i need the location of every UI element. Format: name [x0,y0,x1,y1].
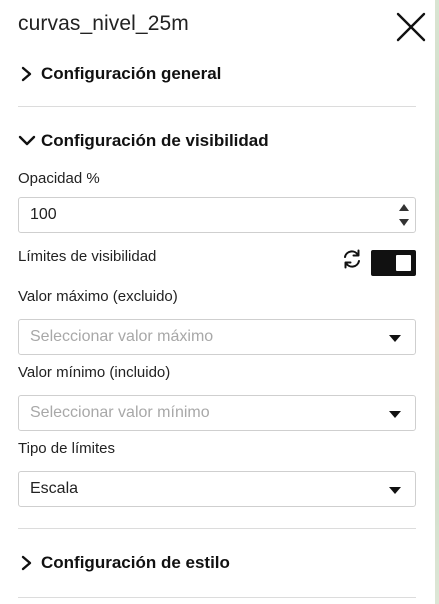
section-general-label: Configuración general [41,64,222,83]
opacity-field [18,197,416,233]
caret-up-icon [399,204,409,211]
section-style-header[interactable]: Configuración de estilo [18,551,230,575]
layer-settings-panel: curvas_nivel_25m Configuración general C… [0,0,435,604]
dropdown-caret-icon [389,411,401,418]
chevron-right-icon [21,555,32,571]
opacity-stepper [397,201,411,229]
min-value-label: Valor mínimo (incluido) [18,364,171,381]
chevron-right-icon [21,66,32,82]
map-background-edge [435,0,439,604]
min-value-select[interactable]: Seleccionar valor mínimo [18,395,416,431]
section-visibility-header[interactable]: Configuración de visibilidad [18,129,269,153]
opacity-label: Opacidad % [18,170,100,187]
max-value-label: Valor máximo (excluido) [18,288,178,305]
refresh-icon [344,249,360,269]
opacity-input[interactable] [19,198,389,232]
section-general-header[interactable]: Configuración general [18,62,221,86]
limit-type-label: Tipo de límites [18,440,115,457]
dropdown-caret-icon [389,487,401,494]
refresh-button[interactable] [341,248,363,270]
toggle-knob [396,255,411,271]
max-value-select[interactable]: Seleccionar valor máximo [18,319,416,355]
section-visibility-label: Configuración de visibilidad [41,131,269,150]
section-style-label: Configuración de estilo [41,553,230,572]
limit-type-value: Escala [30,480,79,497]
decrement-button[interactable] [397,216,411,229]
close-icon [396,12,426,42]
divider [18,106,416,107]
close-button[interactable] [394,10,428,44]
panel-title: curvas_nivel_25m [18,12,189,35]
limit-type-select[interactable]: Escala [18,471,416,507]
max-value-placeholder: Seleccionar valor máximo [30,328,214,345]
increment-button[interactable] [397,201,411,214]
min-value-placeholder: Seleccionar valor mínimo [30,404,210,421]
dropdown-caret-icon [389,335,401,342]
visibility-limits-label: Límites de visibilidad [18,248,157,265]
visibility-limits-toggle[interactable] [371,250,416,276]
caret-down-icon [399,219,409,226]
divider [18,528,416,529]
divider [18,597,416,598]
chevron-down-icon [18,135,36,146]
